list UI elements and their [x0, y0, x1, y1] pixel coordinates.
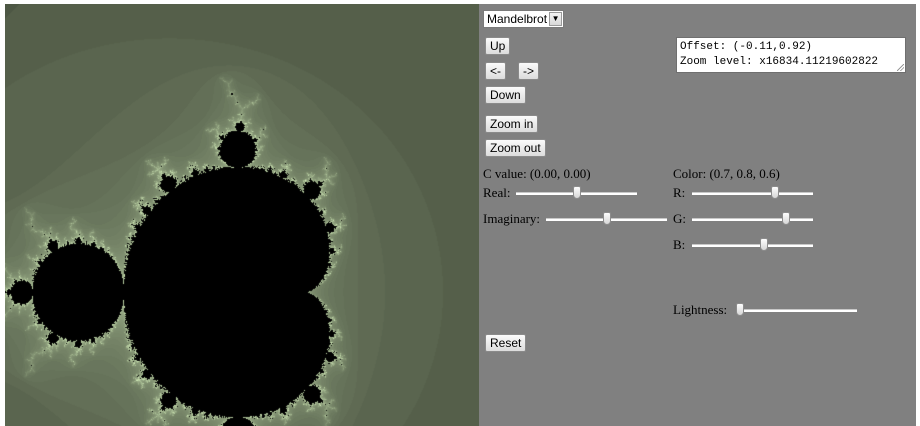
b-slider-track — [692, 244, 813, 247]
r-slider-thumb[interactable] — [771, 186, 780, 199]
reset-button[interactable]: Reset — [485, 334, 527, 352]
r-slider-track — [692, 192, 813, 195]
b-slider-thumb[interactable] — [759, 238, 768, 251]
imaginary-label: Imaginary: — [483, 211, 541, 226]
fractal-type-select[interactable]: Mandelbrot ▼ — [483, 10, 565, 28]
r-label: R: — [673, 185, 686, 200]
g-slider-track — [692, 218, 813, 221]
g-slider-thumb[interactable] — [782, 212, 791, 225]
lightness-slider[interactable] — [736, 303, 857, 317]
lightness-slider-track — [736, 309, 857, 312]
r-slider[interactable] — [692, 186, 813, 200]
imaginary-slider-thumb[interactable] — [602, 212, 611, 225]
g-label: G: — [673, 211, 686, 226]
c-value-label: C value: (0.00, 0.00) — [483, 166, 591, 181]
resize-grip-icon[interactable] — [897, 64, 904, 71]
right-button[interactable]: -> — [518, 62, 540, 80]
real-label: Real: — [483, 185, 511, 200]
down-button[interactable]: Down — [485, 86, 526, 104]
imaginary-slider[interactable] — [546, 212, 667, 226]
control-panel: Mandelbrot ▼ Up <- -> Down Zoom in Zoom … — [479, 4, 916, 426]
zoom-out-button[interactable]: Zoom out — [485, 139, 546, 157]
chevron-down-icon: ▼ — [549, 12, 563, 26]
offset-readout: Offset: (-0.11,0.92) — [680, 41, 813, 53]
fractal-canvas[interactable] — [5, 4, 479, 426]
g-slider[interactable] — [692, 212, 813, 226]
up-button[interactable]: Up — [485, 37, 511, 55]
lightness-label: Lightness: — [673, 302, 728, 317]
left-button[interactable]: <- — [485, 62, 507, 80]
b-label: B: — [673, 237, 686, 252]
color-label: Color: (0.7, 0.8, 0.6) — [673, 166, 780, 181]
real-slider-thumb[interactable] — [572, 186, 581, 199]
zoom-in-button[interactable]: Zoom in — [485, 115, 539, 133]
info-textarea[interactable]: Offset: (-0.11,0.92) Zoom level: x16834.1… — [676, 37, 906, 73]
b-slider[interactable] — [692, 238, 813, 252]
real-slider[interactable] — [516, 186, 637, 200]
zoom-level-readout: Zoom level: x16834.11219602822 — [680, 56, 879, 68]
lightness-slider-thumb[interactable] — [736, 303, 744, 316]
fractal-type-value: Mandelbrot — [487, 12, 548, 26]
